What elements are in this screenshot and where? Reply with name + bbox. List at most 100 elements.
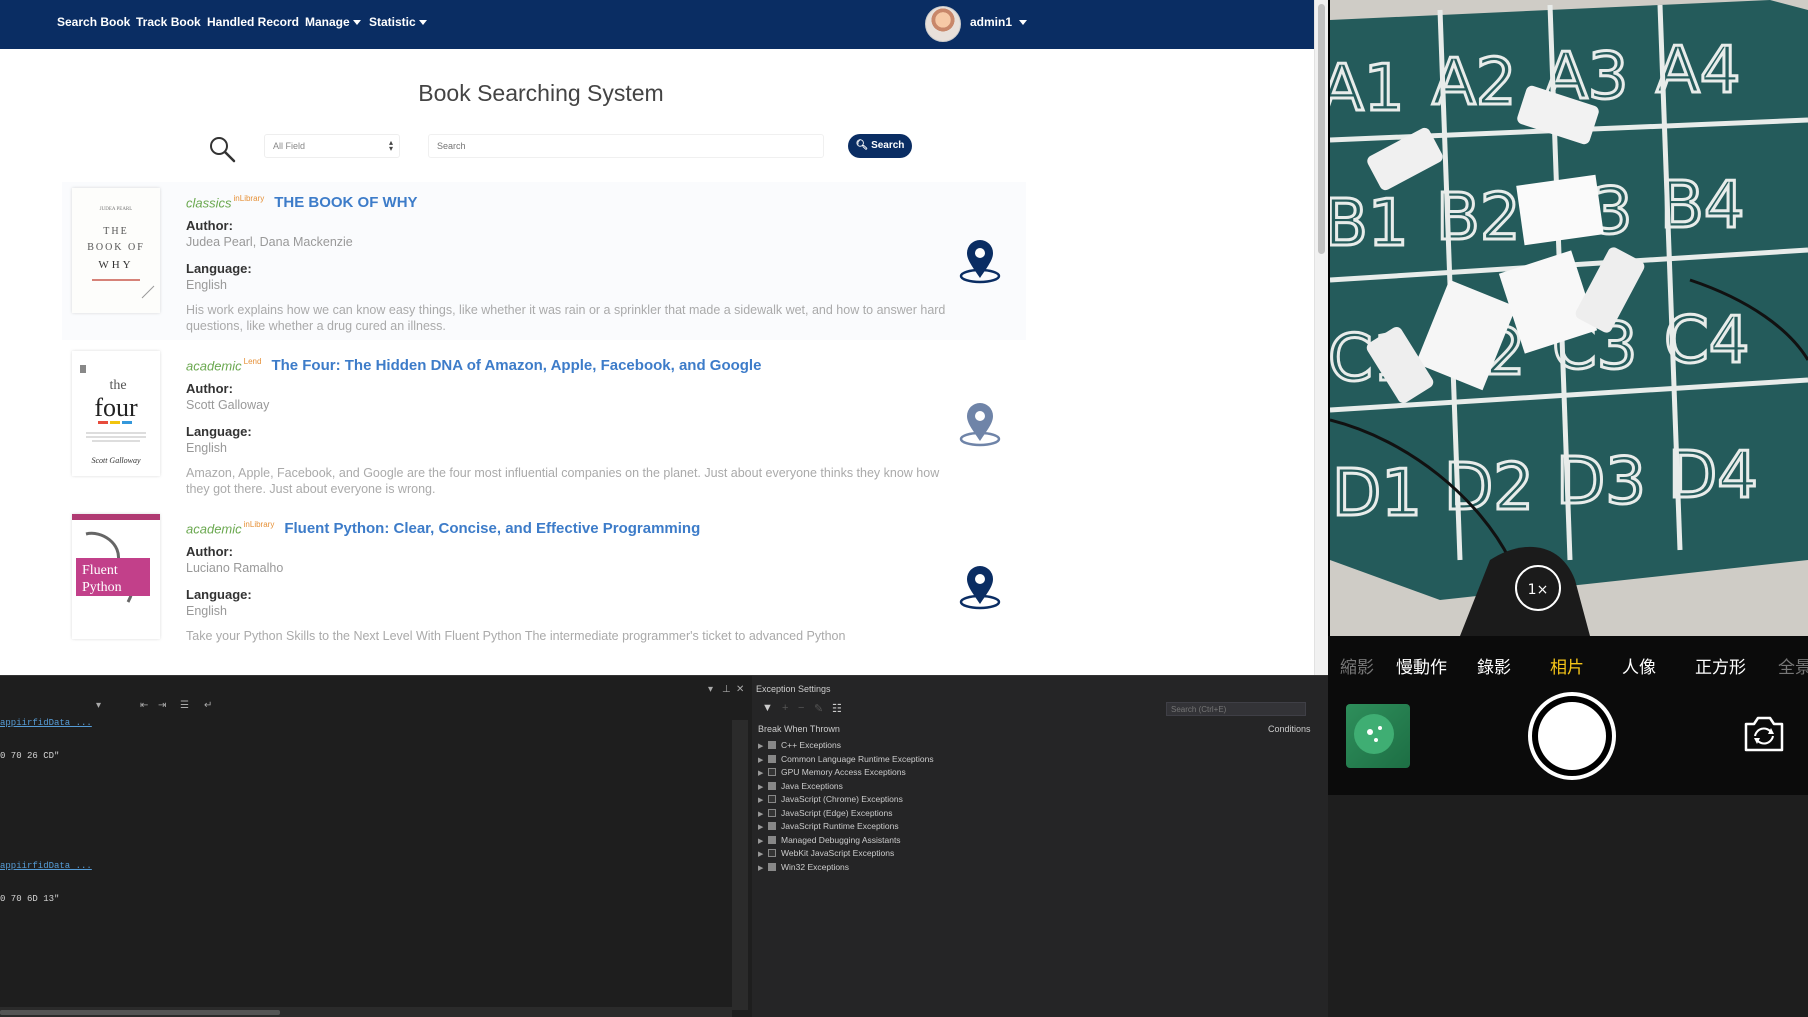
- mode-square[interactable]: 正方形: [1695, 653, 1746, 678]
- exception-checkbox[interactable]: [768, 781, 776, 790]
- cover-line-2: BOOK OF: [87, 242, 145, 253]
- expand-arrow-icon[interactable]: ▶: [758, 850, 768, 858]
- edit-icon[interactable]: ✎: [814, 702, 823, 715]
- exception-name: JavaScript (Chrome) Exceptions: [781, 794, 903, 804]
- go-to-previous-icon[interactable]: ⇤: [140, 700, 148, 711]
- exception-row[interactable]: ▶ JavaScript (Chrome) Exceptions: [758, 794, 903, 807]
- scrollbar-thumb[interactable]: [1318, 4, 1325, 254]
- expand-arrow-icon[interactable]: ▶: [758, 756, 768, 764]
- book-title-link[interactable]: The Four: The Hidden DNA of Amazon, Appl…: [271, 357, 761, 374]
- expand-arrow-icon[interactable]: ▶: [758, 783, 768, 791]
- remove-icon[interactable]: −: [798, 702, 804, 714]
- mode-time-lapse[interactable]: 縮影: [1340, 653, 1374, 678]
- exception-search-input[interactable]: [1166, 702, 1306, 716]
- cover-line-2: four: [94, 393, 138, 422]
- page-scrollbar[interactable]: [1314, 0, 1328, 675]
- exception-checkbox[interactable]: [768, 754, 776, 763]
- mode-slow-motion[interactable]: 慢動作: [1396, 653, 1447, 678]
- scrollbar-thumb[interactable]: [0, 1010, 280, 1015]
- go-to-next-icon[interactable]: ⇥: [158, 700, 166, 711]
- exception-row[interactable]: ▶ C++ Exceptions: [758, 740, 841, 753]
- exception-row[interactable]: ▶ Common Language Runtime Exceptions: [758, 754, 934, 767]
- cover-author: Scott Galloway: [91, 456, 141, 465]
- book-cover[interactable]: the four Scott Galloway: [72, 351, 160, 476]
- cover-line-1: THE: [103, 226, 128, 237]
- book-title-link[interactable]: THE BOOK OF WHY: [274, 194, 417, 211]
- expand-arrow-icon[interactable]: ▶: [758, 769, 768, 777]
- book-category: academic: [186, 358, 242, 374]
- book-title-link[interactable]: Fluent Python: Clear, Concise, and Effec…: [284, 520, 700, 537]
- search-icon[interactable]: [208, 135, 236, 163]
- mode-portrait[interactable]: 人像: [1622, 653, 1656, 678]
- exception-row[interactable]: ▶ Managed Debugging Assistants: [758, 835, 901, 848]
- user-menu-dropdown[interactable]: admin1: [970, 15, 1028, 29]
- list-icon[interactable]: ☷: [832, 702, 842, 715]
- last-photo-thumbnail[interactable]: [1346, 704, 1410, 768]
- nav-search-book[interactable]: Search Book: [57, 15, 130, 29]
- exception-checkbox[interactable]: [768, 768, 776, 776]
- book-cover[interactable]: JUDEA PEARL THE BOOK OF WHY: [72, 188, 160, 313]
- exception-row[interactable]: ▶ Win32 Exceptions: [758, 862, 849, 875]
- exception-row[interactable]: ▶ JavaScript (Edge) Exceptions: [758, 808, 893, 821]
- search-button[interactable]: 🔍︎ Search: [848, 134, 912, 158]
- expand-arrow-icon[interactable]: ▶: [758, 823, 768, 831]
- output-source-dropdown[interactable]: ▾: [96, 700, 101, 711]
- book-category: classics: [186, 195, 232, 211]
- close-icon[interactable]: ✕: [736, 684, 744, 695]
- expand-arrow-icon[interactable]: ▶: [758, 864, 768, 872]
- search-field-select[interactable]: All Field ▴ ▾: [264, 134, 400, 158]
- expand-arrow-icon[interactable]: ▶: [758, 796, 768, 804]
- filter-icon[interactable]: ▼: [762, 702, 773, 714]
- flip-camera-icon[interactable]: [1740, 714, 1788, 754]
- exception-checkbox[interactable]: [768, 835, 776, 844]
- exception-row[interactable]: ▶ JavaScript Runtime Exceptions: [758, 821, 899, 834]
- cover-line-3: WHY: [98, 259, 133, 271]
- nav-statistic-label: Statistic: [369, 15, 416, 29]
- pin-icon[interactable]: ⊥: [722, 684, 731, 695]
- nav-statistic-dropdown[interactable]: Statistic: [369, 15, 427, 29]
- output-vertical-scrollbar[interactable]: [732, 720, 748, 1010]
- author-label: Author:: [186, 544, 233, 559]
- word-wrap-icon[interactable]: ↵: [204, 700, 212, 711]
- location-pin-outline-icon[interactable]: [958, 401, 1002, 449]
- mode-panorama[interactable]: 全景: [1778, 653, 1808, 678]
- nav-manage-dropdown[interactable]: Manage: [305, 15, 361, 29]
- book-cover[interactable]: Fluent Python: [72, 514, 160, 639]
- exception-row[interactable]: ▶ Java Exceptions: [758, 781, 843, 794]
- exception-checkbox[interactable]: [768, 795, 776, 803]
- nav-handled-record[interactable]: Handled Record: [207, 15, 299, 29]
- output-horizontal-scrollbar[interactable]: [0, 1007, 732, 1017]
- book-item[interactable]: Fluent Python academic inLibrary Fluent Py…: [62, 508, 1026, 666]
- exception-name: Win32 Exceptions: [781, 861, 850, 872]
- exception-row[interactable]: ▶ WebKit JavaScript Exceptions: [758, 848, 894, 861]
- zoom-indicator[interactable]: 1×: [1528, 582, 1549, 598]
- expand-arrow-icon[interactable]: ▶: [758, 837, 768, 845]
- search-input[interactable]: [428, 134, 824, 158]
- location-pin-icon[interactable]: [958, 238, 1002, 286]
- shutter-button[interactable]: [1528, 692, 1616, 780]
- book-item[interactable]: JUDEA PEARL THE BOOK OF WHY classics inLi…: [62, 182, 1026, 340]
- panel-dropdown-icon[interactable]: ▾: [708, 684, 713, 695]
- expand-arrow-icon[interactable]: ▶: [758, 810, 768, 818]
- book-item[interactable]: the four Scott Galloway academic Lend The …: [62, 345, 1026, 503]
- expand-arrow-icon[interactable]: ▶: [758, 742, 768, 750]
- exception-checkbox[interactable]: [768, 741, 776, 749]
- location-pin-icon[interactable]: [958, 564, 1002, 612]
- exception-checkbox[interactable]: [768, 808, 776, 817]
- book-status-badge: inLibrary: [233, 194, 265, 203]
- cover-line-1: Fluent: [82, 563, 118, 578]
- avatar[interactable]: [925, 6, 961, 42]
- nav-track-book[interactable]: Track Book: [136, 15, 201, 29]
- exception-row[interactable]: ▶ GPU Memory Access Exceptions: [758, 767, 906, 780]
- mode-video[interactable]: 錄影: [1477, 653, 1511, 678]
- exception-checkbox[interactable]: [768, 822, 776, 830]
- empty-dark-area: [1328, 795, 1808, 1017]
- output-toolbar: ▾ ⇤ ⇥ ☰ ↵ ▾ ⊥ ✕: [0, 684, 744, 718]
- add-icon[interactable]: +: [782, 702, 788, 714]
- page-title: Book Searching System: [418, 80, 664, 106]
- exception-checkbox[interactable]: [768, 849, 776, 857]
- exception-checkbox[interactable]: [768, 862, 776, 871]
- mode-photo[interactable]: 相片: [1550, 653, 1584, 678]
- clear-all-icon[interactable]: ☰: [180, 700, 189, 711]
- grid-cell-label: B2: [1436, 181, 1521, 255]
